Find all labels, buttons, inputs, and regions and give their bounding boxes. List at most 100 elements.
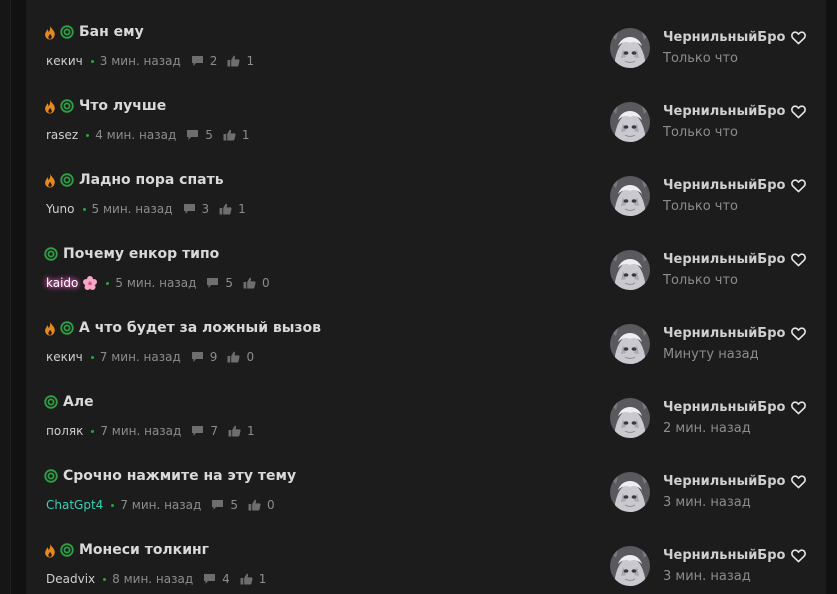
last-poster-avatar[interactable] <box>610 546 650 586</box>
thread-row[interactable]: Что лучше rasez 4 мин. назад 5 1 Черниль… <box>26 74 826 148</box>
ring-icon <box>44 469 58 483</box>
ring-icon <box>44 395 58 409</box>
thread-row[interactable]: Почему енкор типо kaido 5 мин. назад 5 0… <box>26 222 826 296</box>
thread-title[interactable]: Бан ему <box>79 24 144 40</box>
last-poster[interactable]: ЧернильныйБро <box>663 326 807 341</box>
last-poster[interactable]: ЧернильныйБро <box>663 104 807 119</box>
last-poster-name[interactable]: ЧернильныйБро <box>663 548 785 563</box>
thread-row[interactable]: Але поляк 7 мин. назад 7 1 ЧернильныйБро… <box>26 370 826 444</box>
thread-author[interactable]: Deadvix <box>46 572 95 586</box>
thread-author[interactable]: kaido <box>46 276 78 290</box>
last-post-time: Минуту назад <box>663 347 759 362</box>
last-poster-avatar[interactable] <box>610 324 650 364</box>
thread-title[interactable]: Срочно нажмите на эту тему <box>63 468 296 484</box>
flame-icon <box>45 25 55 39</box>
last-poster-name[interactable]: ЧернильныйБро <box>663 178 785 193</box>
thumbs-up-icon <box>227 351 240 363</box>
thread-meta: rasez 4 мин. назад 5 1 <box>46 127 250 143</box>
thread-author[interactable]: кекич <box>46 350 83 364</box>
thread-meta: kaido 5 мин. назад 5 0 <box>46 275 270 291</box>
last-post-time: 2 мин. назад <box>663 421 751 436</box>
like-count: 1 <box>258 572 267 586</box>
last-poster-avatar[interactable] <box>610 28 650 68</box>
last-poster[interactable]: ЧернильныйБро <box>663 474 807 489</box>
heart-icon[interactable] <box>791 252 807 267</box>
comment-icon <box>192 426 204 436</box>
last-poster-name[interactable]: ЧернильныйБро <box>663 474 785 489</box>
thread-time: 8 мин. назад <box>112 572 194 586</box>
comment-count: 5 <box>230 498 238 512</box>
last-poster-name[interactable]: ЧернильныйБро <box>663 326 785 341</box>
last-poster-name[interactable]: ЧернильныйБро <box>663 252 785 267</box>
thumbs-up-icon <box>243 277 256 289</box>
comment-icon <box>187 130 199 140</box>
last-poster-avatar[interactable] <box>610 398 650 438</box>
heart-icon[interactable] <box>791 400 807 415</box>
last-post-time: Только что <box>663 199 739 214</box>
thread-row[interactable]: А что будет за ложный вызов кекич 7 мин.… <box>26 296 826 370</box>
like-count: 1 <box>246 424 255 438</box>
last-poster-name[interactable]: ЧернильныйБро <box>663 400 785 415</box>
last-poster-avatar[interactable] <box>610 250 650 290</box>
thread-time: 7 мин. назад <box>100 424 182 438</box>
thread-row[interactable]: Монеси толкинг Deadvix 8 мин. назад 4 1 <box>26 518 826 592</box>
like-count: 0 <box>262 276 270 290</box>
flame-icon <box>45 321 55 335</box>
last-post-time: 3 мин. назад <box>663 495 751 510</box>
thread-title[interactable]: Але <box>63 394 94 410</box>
thread-meta: кекич 7 мин. назад 9 0 <box>46 349 254 365</box>
heart-icon[interactable] <box>791 104 807 119</box>
last-poster-avatar[interactable] <box>610 102 650 142</box>
thread-meta: Deadvix 8 мин. назад 4 1 <box>46 571 266 587</box>
thread-title[interactable]: Почему енкор типо <box>63 246 219 262</box>
thread-author[interactable]: Yuno <box>46 202 75 216</box>
last-poster[interactable]: ЧернильныйБро <box>663 400 807 415</box>
thread-row[interactable]: Срочно нажмите на эту тему ChatGpt4 7 ми… <box>26 444 826 518</box>
last-poster-avatar[interactable] <box>610 472 650 512</box>
like-count: 1 <box>238 202 246 216</box>
last-poster-name[interactable]: ЧернильныйБро <box>663 104 785 119</box>
heart-icon[interactable] <box>791 178 807 193</box>
heart-icon[interactable] <box>791 474 807 489</box>
thread-time: 4 мин. назад <box>95 128 177 142</box>
thread-title[interactable]: Монеси толкинг <box>79 542 209 558</box>
last-poster[interactable]: ЧернильныйБро <box>663 30 807 45</box>
separator-dot <box>91 429 95 433</box>
page-left-edge <box>0 0 10 594</box>
last-poster[interactable]: ЧернильныйБро <box>663 548 807 563</box>
separator-dot <box>90 59 94 63</box>
thread-title-line: А что будет за ложный вызов <box>44 318 321 338</box>
comment-count: 4 <box>222 572 230 586</box>
thread-meta: ChatGpt4 7 мин. назад 5 0 <box>46 497 275 513</box>
thumbs-up-icon <box>240 573 253 585</box>
last-poster-name[interactable]: ЧернильныйБро <box>663 30 785 45</box>
thread-title-line: Але <box>44 392 94 412</box>
thread-author[interactable]: ChatGpt4 <box>46 498 103 512</box>
thread-title[interactable]: А что будет за ложный вызов <box>79 320 321 336</box>
thread-author[interactable]: поляк <box>46 424 83 438</box>
thread-row[interactable]: Ладно пора спать Yuno 5 мин. назад 3 1 Ч… <box>26 148 826 222</box>
ring-icon <box>60 25 74 39</box>
thumbs-up-icon <box>227 55 240 67</box>
heart-icon[interactable] <box>791 326 807 341</box>
thread-title[interactable]: Что лучше <box>79 98 166 114</box>
thumbs-up-icon <box>219 203 232 215</box>
thread-meta: Yuno 5 мин. назад 3 1 <box>46 201 246 217</box>
thread-time: 3 мин. назад <box>99 54 181 68</box>
separator-dot <box>106 281 110 285</box>
last-poster-avatar[interactable] <box>610 176 650 216</box>
heart-icon[interactable] <box>791 30 807 45</box>
thread-row[interactable]: Бан ему кекич 3 мин. назад 2 1 Чернильны… <box>26 0 826 74</box>
comment-count: 5 <box>205 128 213 142</box>
thumbs-up-icon <box>248 499 261 511</box>
thread-author[interactable]: кекич <box>46 54 83 68</box>
heart-icon[interactable] <box>791 548 807 563</box>
thread-title-line: Монеси толкинг <box>44 540 209 560</box>
thread-title-line: Ладно пора спать <box>44 170 224 190</box>
last-poster[interactable]: ЧернильныйБро <box>663 178 807 193</box>
last-poster[interactable]: ЧернильныйБро <box>663 252 807 267</box>
flame-icon <box>45 99 55 113</box>
thread-author[interactable]: rasez <box>46 128 78 142</box>
thread-time: 7 мин. назад <box>99 350 181 364</box>
thread-title[interactable]: Ладно пора спать <box>79 172 224 188</box>
